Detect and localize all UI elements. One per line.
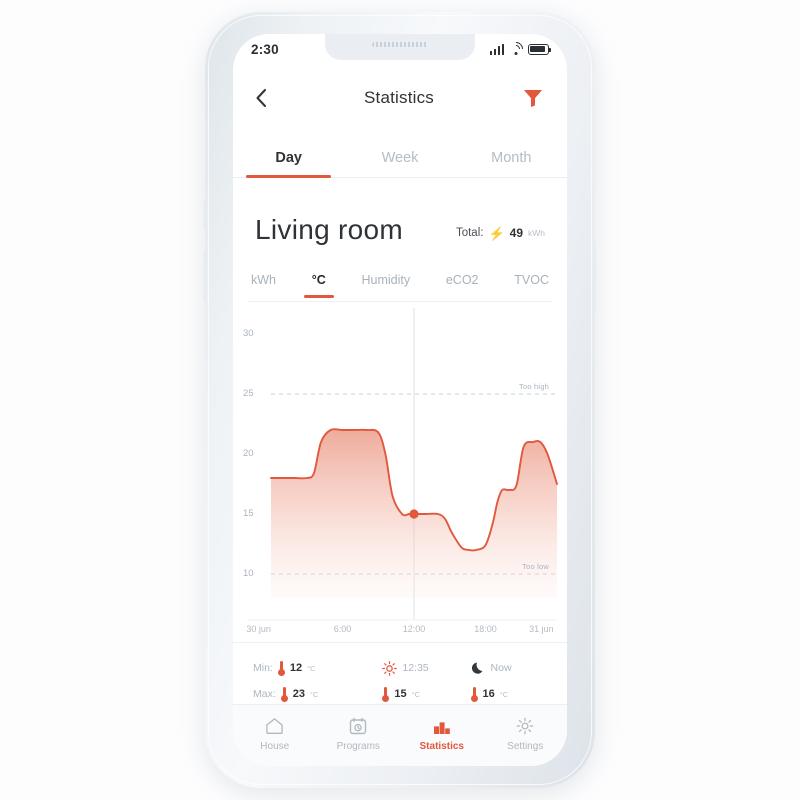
night-temp-value: 16 [482,688,495,700]
bar-chart-icon [433,716,451,736]
threshold-too-high-label: Too high [519,382,549,391]
chevron-left-icon [256,88,267,108]
y-tick-20: 20 [243,448,254,459]
tab-statistics[interactable]: Statistics [407,716,477,752]
room-summary-row: Living room Total: ⚡ 49 kWh [233,214,567,246]
cellular-bars-icon [489,43,504,55]
status-time: 2:30 [251,41,279,57]
thermometer-icon [470,686,479,702]
chart-svg [247,308,558,621]
sun-icon [382,660,398,676]
phone-screen: 2:30 Statistics Day Week Month Living ro… [233,34,567,766]
y-tick-30: 30 [243,328,254,339]
period-tabs: Day Week Month [233,130,567,178]
total-value: 49 [509,226,523,240]
tab-programs-label: Programs [336,740,380,752]
x-tick-0: 30 jun [246,624,271,634]
app-header: Statistics [233,72,567,124]
tab-house[interactable]: House [240,716,310,752]
filter-icon [524,90,542,107]
summary-row-top: Min: 12 °C 12:35 Now [253,655,547,681]
page-title: Statistics [363,88,435,107]
night-time: Now [490,662,512,674]
status-bar: 2:30 [233,34,567,64]
night-temp-unit: °C [499,689,509,699]
metric-tab-eco2[interactable]: eCO2 [442,273,483,297]
metric-tab-kwh[interactable]: kWh [247,273,280,297]
thermometer-icon [280,686,289,702]
tab-statistics-label: Statistics [419,740,464,752]
y-tick-15: 15 [243,508,254,519]
threshold-too-low-label: Too low [522,562,549,571]
bottom-tab-bar: House Programs Statistics Settings [233,704,567,766]
tab-house-label: House [260,740,290,752]
thermometer-icon [277,660,286,676]
metric-tab-tvoc[interactable]: TVOC [510,273,553,297]
calendar-clock-icon [349,716,367,736]
x-tick-4: 31 jun [529,624,554,634]
status-indicators [489,38,552,59]
tab-day[interactable]: Day [233,150,344,178]
battery-icon [528,43,552,55]
screenshot-canvas: 2:30 Statistics Day Week Month Living ro… [0,0,800,800]
max-label: Max: [253,688,276,700]
min-label: Min: [253,662,273,674]
summary-day-temp: 15 °C [382,686,470,702]
summary-max: Max: 23 °C [253,686,382,702]
phone-volume-down-button[interactable] [203,250,206,302]
tab-settings-label: Settings [507,740,544,752]
tab-settings[interactable]: Settings [490,716,560,752]
phone-volume-up-button[interactable] [203,200,206,230]
min-unit: °C [307,663,316,673]
day-temp-unit: °C [411,689,421,699]
summary-min: Min: 12 °C [253,660,382,676]
total-unit: kWh [528,228,545,238]
temperature-chart[interactable]: 30 25 20 15 10 Too high Too low 30 jun 6… [233,308,567,638]
thermometer-icon [382,686,390,702]
summary-day: 12:35 [382,660,470,676]
room-name: Living room [255,214,404,245]
phone-power-button[interactable] [594,245,598,311]
moon-icon [471,662,482,674]
metric-tabs: kWh °C Humidity eCO2 TVOC [247,268,553,302]
tab-week[interactable]: Week [344,150,455,177]
lightning-bolt-icon: ⚡ [488,225,505,241]
metric-tab-celsius[interactable]: °C [303,273,334,298]
x-tick-1: 6:00 [333,624,352,634]
total-label: Total: [455,227,484,239]
filter-button[interactable] [521,86,545,110]
back-button[interactable] [255,85,277,111]
summary-night-temp: 16 °C [470,686,547,702]
max-value: 23 [292,688,306,700]
x-tick-3: 18:00 [474,624,497,634]
wifi-icon [506,38,526,59]
tab-programs[interactable]: Programs [323,716,393,752]
metric-tab-humidity[interactable]: Humidity [358,273,415,297]
gear-icon [516,716,534,736]
x-tick-2: 12:00 [402,624,426,634]
day-time: 12:35 [402,662,429,674]
tab-month[interactable]: Month [456,150,567,177]
min-value: 12 [289,662,303,674]
max-unit: °C [310,689,319,699]
y-tick-10: 10 [243,568,254,579]
summary-night: Now [471,661,547,676]
day-temp-value: 15 [394,688,407,700]
total-energy: Total: ⚡ 49 kWh [456,226,545,246]
home-icon [265,716,284,736]
y-tick-25: 25 [243,388,254,399]
